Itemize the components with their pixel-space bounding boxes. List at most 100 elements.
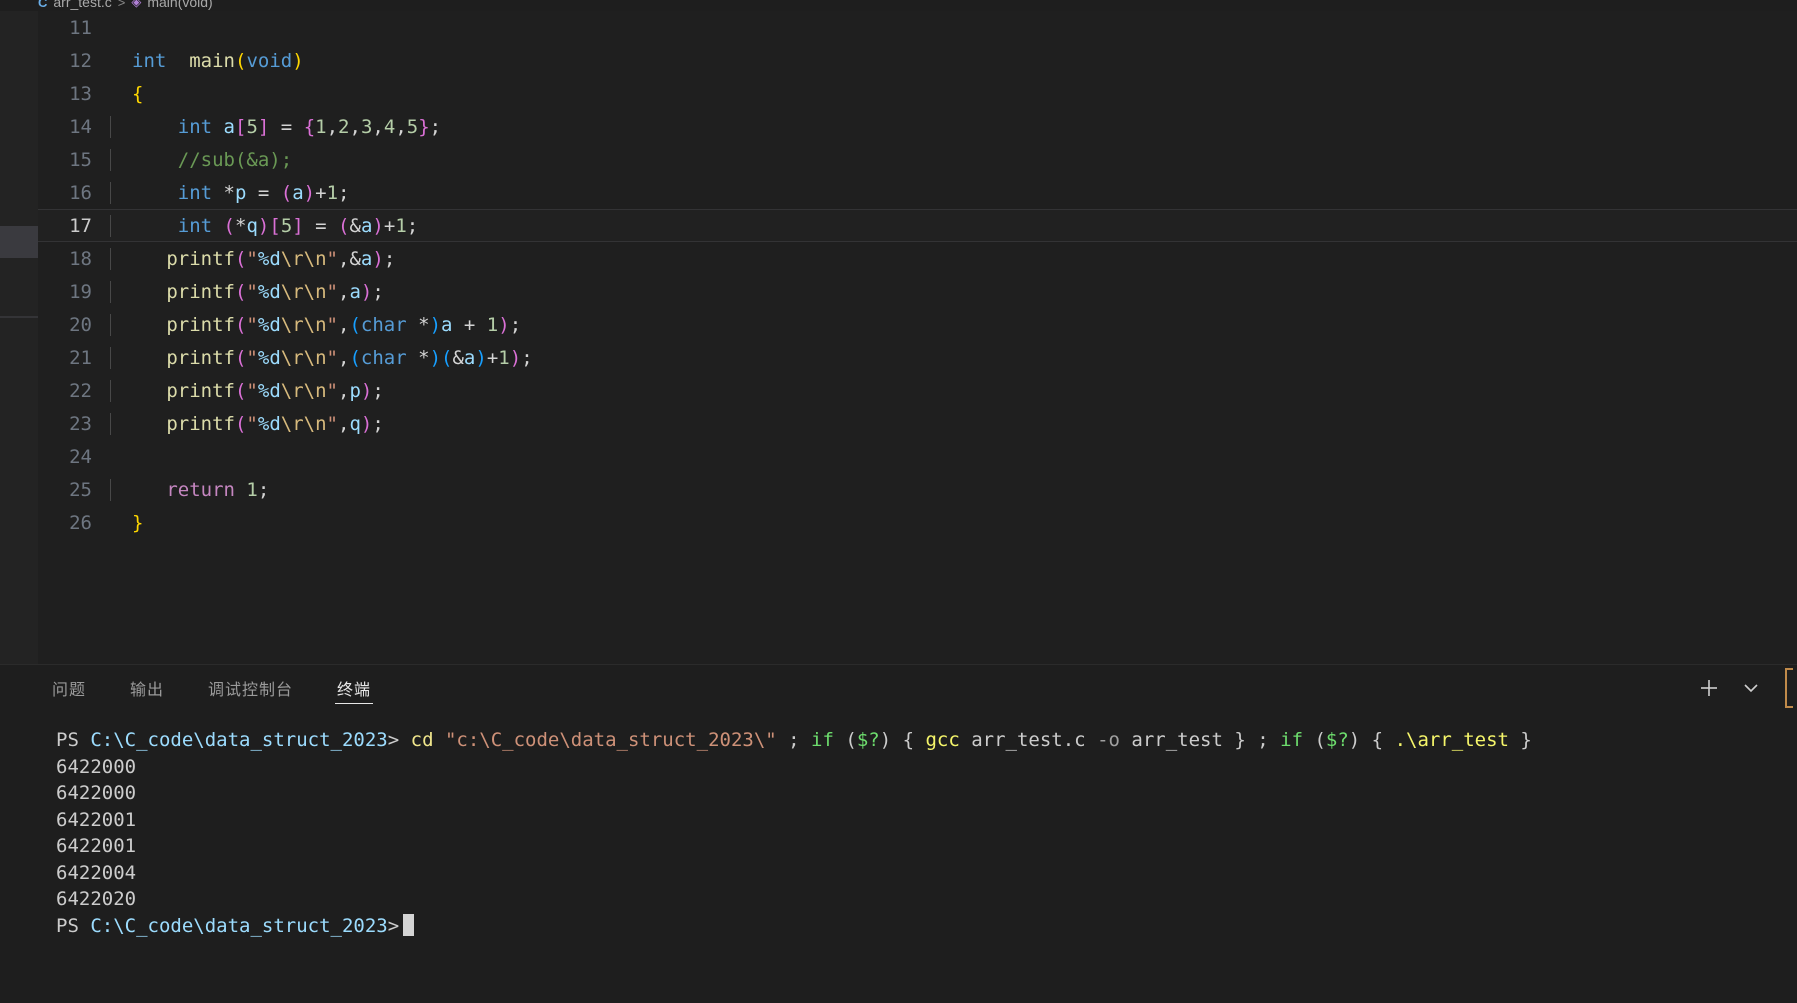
code-line[interactable]: 13 { <box>38 77 1797 110</box>
terminal-output[interactable]: PS C:\C_code\data_struct_2023> cd "c:\C_… <box>38 711 1797 1003</box>
code-token: , <box>338 247 350 270</box>
method-symbol-icon: ◈ <box>131 0 142 9</box>
indent-guide <box>110 214 111 237</box>
code-line[interactable]: 22 printf("%d\r\n",p); <box>38 374 1797 407</box>
code-line[interactable]: 21 printf("%d\r\n",(char *)(&a)+1); <box>38 341 1797 374</box>
code-token: \r <box>280 247 304 270</box>
code-token: 1 <box>326 181 339 204</box>
code-token: %d <box>257 379 281 402</box>
code-line[interactable]: 23 printf("%d\r\n",q); <box>38 407 1797 440</box>
minimap-viewport-slider[interactable] <box>0 226 38 258</box>
code-token: \n <box>303 280 327 303</box>
code-line[interactable]: 24 <box>38 440 1797 473</box>
code-token: 1 <box>395 214 407 237</box>
minimap[interactable] <box>0 11 38 664</box>
code-line[interactable]: 20 printf("%d\r\n",(char *)a + 1); <box>38 308 1797 341</box>
code-token: printf <box>166 247 235 270</box>
terminal-segment: 6422000 <box>56 755 137 778</box>
panel-tab-0[interactable]: 问题 <box>38 665 100 711</box>
code-token: %d <box>257 346 281 369</box>
terminal-segment: "c:\C_code\data_struct_2023\" <box>444 729 777 751</box>
code-line[interactable]: 18 printf("%d\r\n",&a); <box>38 242 1797 275</box>
code-token: ) <box>429 346 442 369</box>
code-token: ( <box>349 346 361 369</box>
terminal-segment: ) { <box>1348 729 1395 751</box>
panel-tab-1[interactable]: 输出 <box>116 665 178 711</box>
code-token: " <box>246 313 258 336</box>
panel-left-gutter <box>0 665 38 1003</box>
code-editor[interactable]: 11 12 int main(void) 13{14 int a[5] = {1,2,… <box>38 11 1797 664</box>
code-token: & <box>349 247 361 270</box>
code-line-text: printf("%d\r\n",(char *)(&a)+1); <box>110 346 1797 369</box>
panel-tab-3[interactable]: 终端 <box>323 665 385 711</box>
code-token: ) <box>360 280 373 303</box>
code-token: , <box>395 115 407 138</box>
chevron-down-icon[interactable] <box>1737 674 1765 702</box>
terminal-line: 6422004 <box>56 860 1797 887</box>
code-line[interactable]: 17 int (*q)[5] = (&a)+1; <box>38 209 1797 242</box>
terminal-line: 6422001 <box>56 807 1797 834</box>
code-token: ( <box>338 214 350 237</box>
code-token: + <box>383 214 396 237</box>
code-line[interactable]: 15 //sub(&a); <box>38 143 1797 176</box>
breadcrumb-symbol[interactable]: main(void) <box>147 0 212 10</box>
code-token: 1 <box>486 313 499 336</box>
code-token: ( <box>234 379 247 402</box>
code-token: ) <box>475 346 487 369</box>
code-token: printf <box>166 379 235 402</box>
terminal-segment: ) { <box>879 729 926 751</box>
line-number: 21 <box>69 346 92 369</box>
code-line[interactable]: 11 <box>38 11 1797 44</box>
terminal-segment: > <box>387 914 400 937</box>
panel-tab-2[interactable]: 调试控制台 <box>194 665 307 711</box>
indent-guide <box>110 478 111 501</box>
code-line[interactable]: 25 return 1; <box>38 473 1797 506</box>
terminal-segment: PS <box>56 729 91 751</box>
terminal-segment: 6422020 <box>56 888 137 910</box>
terminal-segment: ; <box>776 729 812 751</box>
code-token: a <box>463 346 476 369</box>
terminal-segment: $? <box>856 729 880 751</box>
breadcrumb-file[interactable]: arr_test.c <box>53 0 111 10</box>
terminal-segment: .\arr_test <box>1394 729 1509 751</box>
code-token: ; <box>372 412 384 435</box>
code-line[interactable]: 26} <box>38 506 1797 539</box>
new-terminal-icon[interactable] <box>1695 674 1723 702</box>
code-token: , <box>338 412 350 435</box>
code-token: ; <box>372 280 384 303</box>
code-token: 1 <box>246 478 258 501</box>
code-token: int <box>177 214 213 237</box>
code-line[interactable]: 16 int *p = (a)+1; <box>38 176 1797 209</box>
code-token: } <box>132 511 144 534</box>
code-line[interactable]: 14 int a[5] = {1,2,3,4,5}; <box>38 110 1797 143</box>
code-token: 4 <box>383 115 396 138</box>
code-token: a <box>223 115 235 138</box>
code-token: printf <box>166 412 235 435</box>
code-line-text: int (*q)[5] = (&a)+1; <box>110 214 1797 237</box>
code-token: 2 <box>338 115 350 138</box>
code-token: 5 <box>246 115 258 138</box>
line-number: 25 <box>69 478 92 501</box>
terminal-line: 6422000 <box>56 754 1797 781</box>
terminal-segment: 6422001 <box>56 808 137 831</box>
code-token: * <box>406 313 430 336</box>
code-token: ; <box>372 379 384 402</box>
terminal-segment: 6422004 <box>56 861 137 884</box>
code-token: , <box>372 115 384 138</box>
code-line[interactable]: 19 printf("%d\r\n",a); <box>38 275 1797 308</box>
code-token: printf <box>166 346 235 369</box>
terminal-segment: gcc <box>925 729 960 751</box>
terminal-segment: } <box>1508 729 1532 751</box>
code-token: " <box>326 247 338 270</box>
code-token: char <box>360 313 407 336</box>
code-token: + <box>486 346 499 369</box>
code-line[interactable]: 12 int main(void) <box>38 44 1797 77</box>
code-token: \n <box>303 346 327 369</box>
code-token: ) <box>372 247 384 270</box>
